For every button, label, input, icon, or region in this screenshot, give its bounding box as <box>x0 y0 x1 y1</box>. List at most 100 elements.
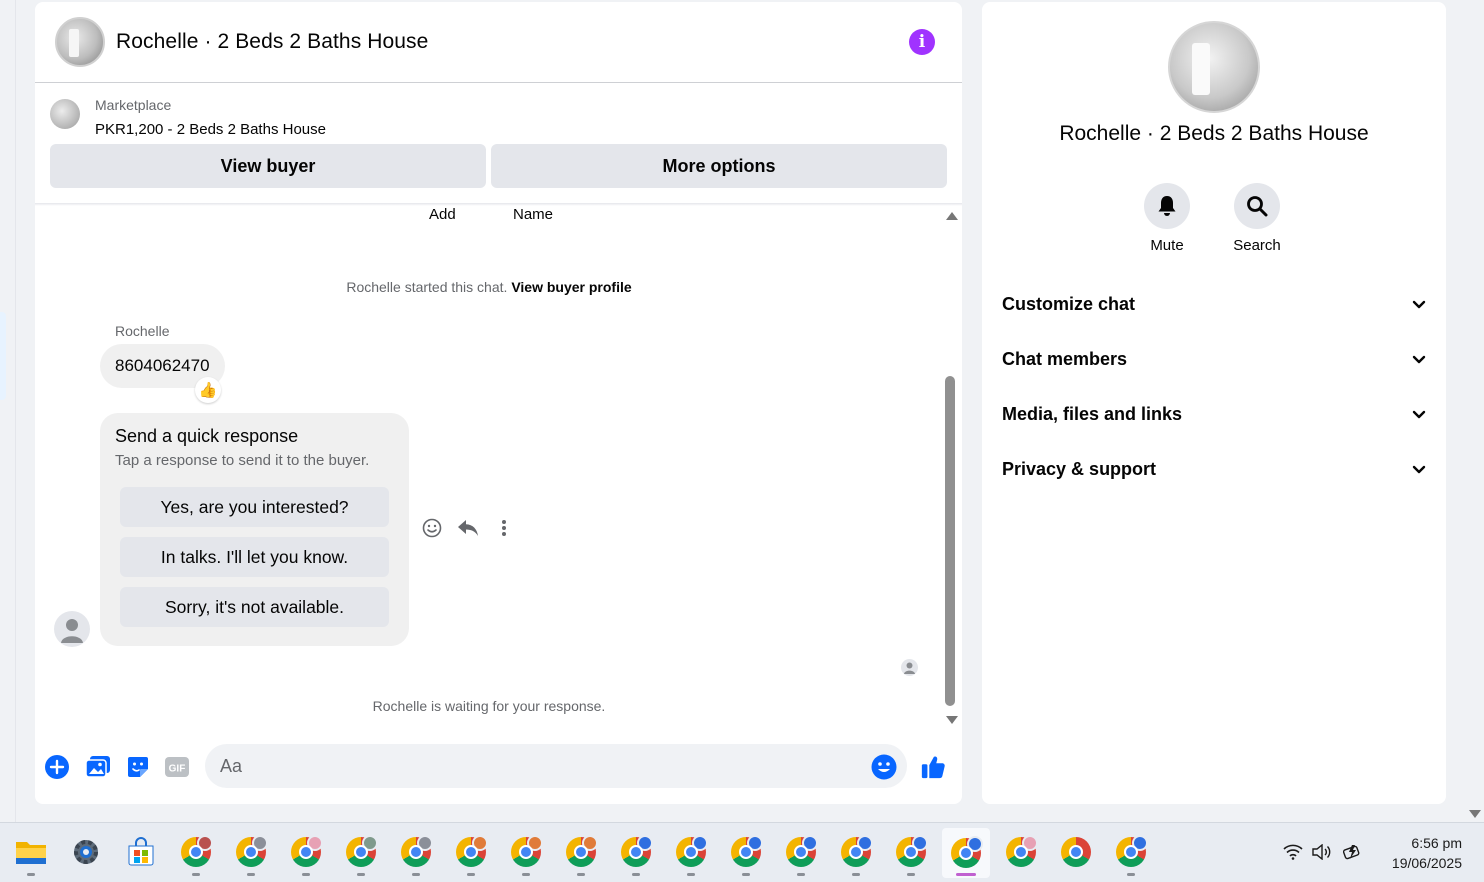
running-indicator <box>27 873 35 876</box>
bell-icon[interactable] <box>1144 183 1190 229</box>
running-indicator <box>742 873 750 876</box>
view-buyer-button[interactable]: View buyer <box>50 144 486 188</box>
microsoft-store-icon[interactable] <box>123 834 159 870</box>
section-media-files-links[interactable]: Media, files and links <box>1002 392 1426 436</box>
chrome-icon[interactable] <box>728 834 764 876</box>
running-indicator <box>302 873 310 876</box>
chrome-icon-active[interactable] <box>942 828 990 878</box>
listing-source: Marketplace <box>95 97 172 113</box>
waiting-notice: Rochelle is waiting for your response. <box>372 698 606 714</box>
running-indicator <box>687 873 695 876</box>
chrome-icon[interactable] <box>893 834 929 876</box>
plus-circle-icon[interactable] <box>44 754 70 780</box>
emoji-icon[interactable] <box>871 754 897 780</box>
gif-icon[interactable]: GIF <box>164 754 190 780</box>
quick-response-option[interactable]: Sorry, it's not available. <box>120 587 389 627</box>
section-privacy-support[interactable]: Privacy & support <box>1002 447 1426 491</box>
running-indicator <box>956 873 976 876</box>
section-customize-chat[interactable]: Customize chat <box>1002 282 1426 326</box>
quick-response-title: Send a quick response <box>115 426 299 446</box>
chrome-icon[interactable] <box>838 834 874 876</box>
chrome-icon[interactable] <box>453 834 489 876</box>
running-indicator <box>852 873 860 876</box>
mute-label: Mute <box>1150 237 1184 254</box>
chevron-down-icon <box>1412 294 1426 315</box>
more-vertical-icon[interactable] <box>493 517 515 539</box>
battery-charging-icon[interactable] <box>1342 841 1364 863</box>
view-buyer-profile-link[interactable]: View buyer profile <box>511 279 631 295</box>
file-explorer-icon[interactable] <box>13 834 49 876</box>
running-indicator <box>1127 873 1135 876</box>
chrome-icon[interactable] <box>783 834 819 876</box>
scroll-thumb[interactable] <box>945 376 955 706</box>
chrome-icon[interactable] <box>398 834 434 876</box>
chrome-icon[interactable] <box>1003 834 1039 870</box>
buyer-avatar[interactable] <box>54 611 90 647</box>
chat-avatar[interactable] <box>55 17 105 67</box>
system-clock[interactable]: 6:56 pm 19/06/2025 <box>1392 833 1462 873</box>
add-label: Add <box>429 206 456 223</box>
photo-icon[interactable] <box>85 754 111 780</box>
info-avatar[interactable] <box>1168 21 1260 113</box>
section-label: Media, files and links <box>1002 403 1183 424</box>
listing-banner: Marketplace PKR1,200 - 2 Beds 2 Baths Ho… <box>35 83 962 203</box>
search-label: Search <box>1233 237 1281 254</box>
section-label: Chat members <box>1002 348 1128 369</box>
chrome-icon[interactable] <box>673 834 709 876</box>
mute-action[interactable]: Mute <box>1127 183 1207 254</box>
chrome-icon[interactable] <box>288 834 324 876</box>
taskbar: 6:56 pm 19/06/2025 <box>0 822 1484 882</box>
chrome-icon[interactable] <box>178 834 214 876</box>
running-indicator <box>467 873 475 876</box>
running-indicator <box>412 873 420 876</box>
settings-icon[interactable] <box>68 834 104 870</box>
message-scrollbar[interactable] <box>942 206 958 728</box>
listing-thumbnail[interactable] <box>50 99 80 129</box>
chrome-icon[interactable] <box>508 834 544 876</box>
wifi-icon[interactable] <box>1282 841 1304 863</box>
chrome-icon[interactable] <box>563 834 599 876</box>
scroll-up-arrow-icon[interactable] <box>946 212 958 220</box>
volume-icon[interactable] <box>1311 841 1333 863</box>
more-options-button[interactable]: More options <box>491 144 947 188</box>
like-icon[interactable] <box>920 754 946 780</box>
message-list: Add Name Rochelle started this chat. Vie… <box>35 206 962 742</box>
name-label: Name <box>513 206 554 223</box>
search-action[interactable]: Search <box>1217 183 1297 254</box>
quick-response-option[interactable]: Yes, are you interested? <box>120 487 389 527</box>
running-indicator <box>577 873 585 876</box>
sender-name: Rochelle <box>115 323 170 339</box>
chat-title[interactable]: Rochelle · 2 Beds 2 Baths House <box>116 30 428 54</box>
info-icon[interactable]: i <box>909 29 935 55</box>
listing-price-title[interactable]: PKR1,200 - 2 Beds 2 Baths House <box>95 121 326 138</box>
chevron-down-icon <box>1412 404 1426 425</box>
section-label: Privacy & support <box>1002 458 1157 479</box>
thumbs-up-reaction-icon[interactable]: 👍 <box>195 377 221 403</box>
scroll-down-arrow-icon[interactable] <box>946 716 958 724</box>
message-input[interactable] <box>205 744 907 788</box>
chrome-icon[interactable] <box>618 834 654 876</box>
chevron-down-icon <box>1412 459 1426 480</box>
chevron-down-icon <box>1412 349 1426 370</box>
left-panel-tab[interactable] <box>0 312 6 400</box>
reply-icon[interactable] <box>457 517 479 539</box>
clock-date: 19/06/2025 <box>1391 855 1462 871</box>
chrome-icon[interactable] <box>1058 834 1094 870</box>
react-smiley-icon[interactable] <box>421 517 443 539</box>
chrome-icon[interactable] <box>343 834 379 876</box>
running-indicator <box>192 873 200 876</box>
composer: GIF <box>35 742 962 798</box>
started-text: Rochelle started this chat. <box>346 279 508 295</box>
running-indicator <box>522 873 530 876</box>
clock-time: 6:56 pm <box>1411 835 1462 851</box>
chrome-icon[interactable] <box>233 834 269 876</box>
search-icon[interactable] <box>1234 183 1280 229</box>
chrome-icon[interactable] <box>1113 834 1149 876</box>
sticker-icon[interactable] <box>125 754 151 780</box>
left-gutter <box>0 0 16 822</box>
seen-indicator-avatar <box>901 659 918 676</box>
running-indicator <box>632 873 640 876</box>
quick-response-option[interactable]: In talks. I'll let you know. <box>120 537 389 577</box>
page-scroll-down-arrow-icon[interactable] <box>1469 810 1481 818</box>
section-chat-members[interactable]: Chat members <box>1002 337 1426 381</box>
